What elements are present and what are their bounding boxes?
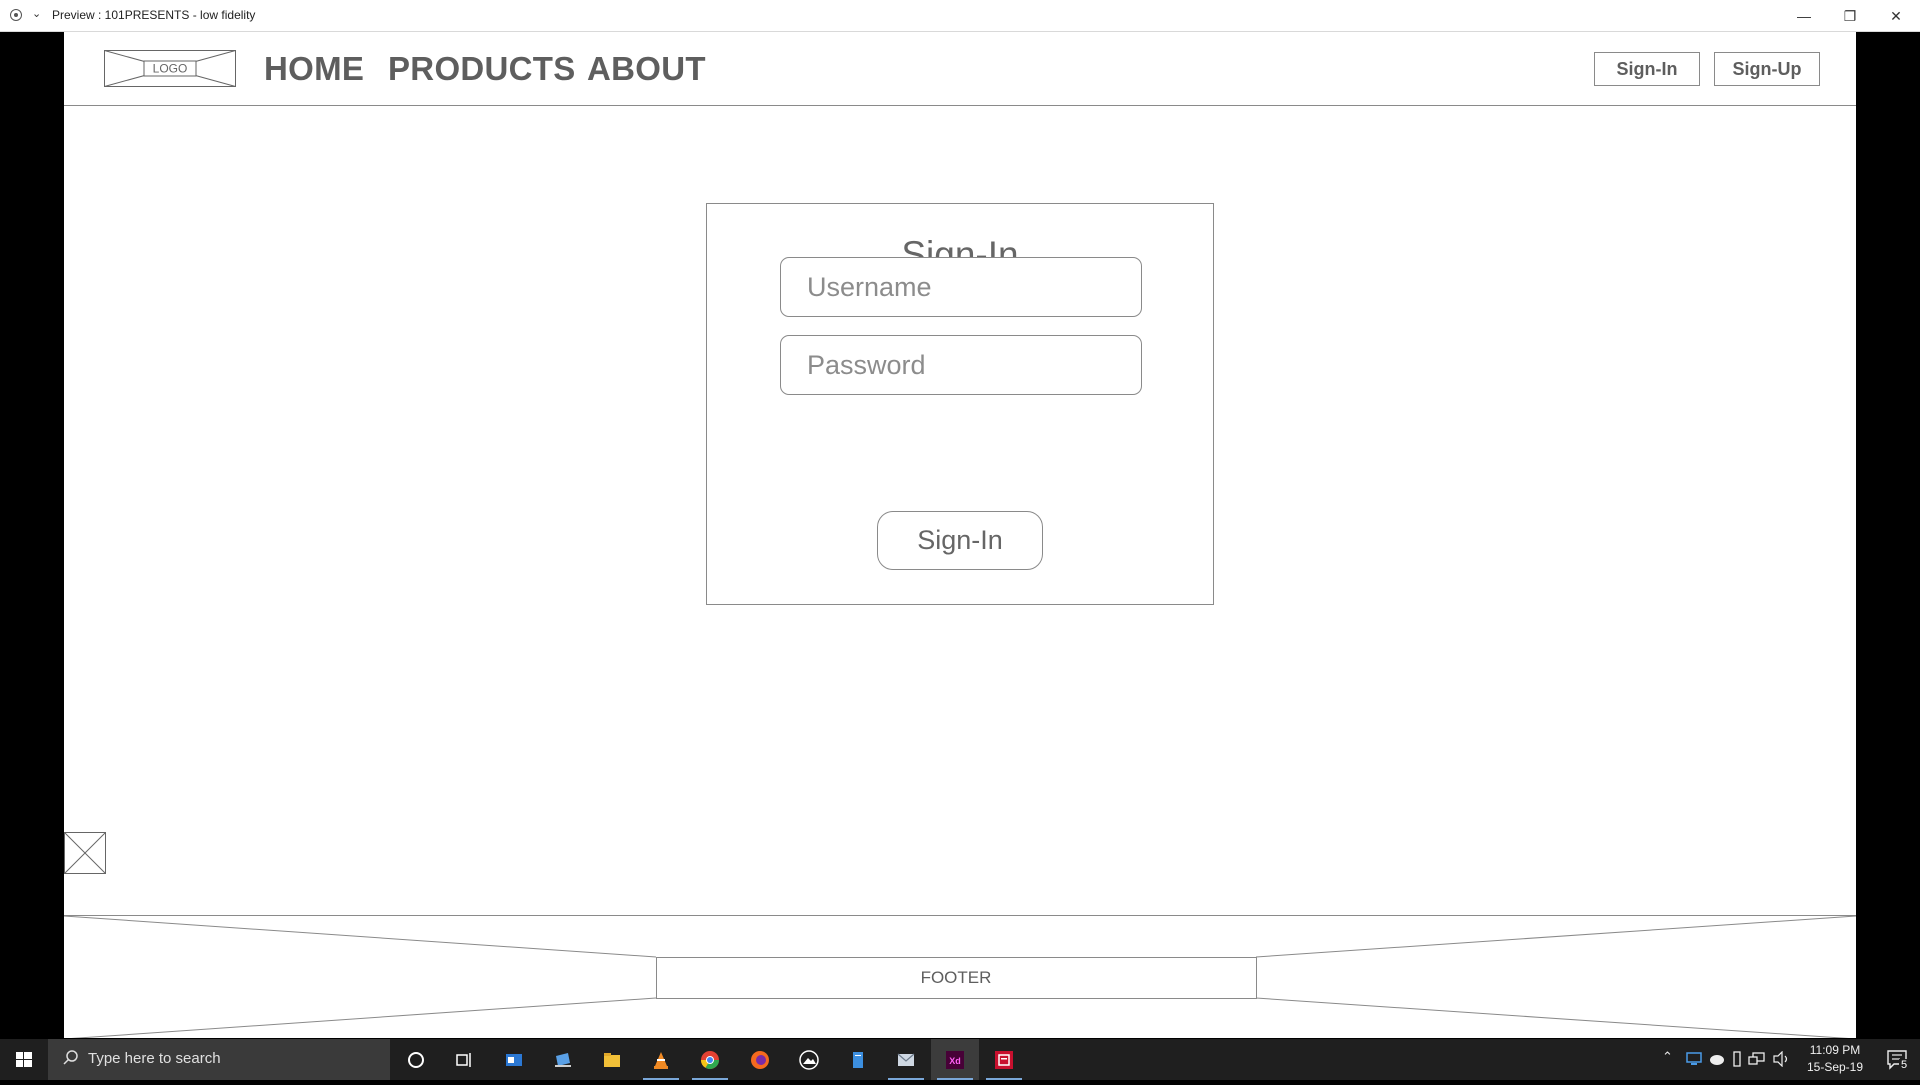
adobe-xd-icon[interactable]: Xd xyxy=(931,1039,979,1080)
task-view-icon[interactable] xyxy=(440,1039,488,1080)
vlc-icon[interactable] xyxy=(637,1039,685,1080)
document-app-icon[interactable] xyxy=(834,1039,882,1080)
chevron-up-icon[interactable]: ⌃ xyxy=(1662,1049,1673,1065)
signin-nav-button[interactable]: Sign-In xyxy=(1594,52,1700,86)
cortana-icon[interactable] xyxy=(392,1039,440,1080)
svg-text:Xd: Xd xyxy=(949,1056,961,1066)
footer-label: FOOTER xyxy=(920,968,992,987)
username-field[interactable]: Username xyxy=(780,257,1142,317)
file-explorer-icon[interactable] xyxy=(588,1039,636,1080)
app-icon[interactable] xyxy=(10,9,22,21)
clock-time: 11:09 PM xyxy=(1809,1043,1861,1057)
logo-label: LOGO xyxy=(153,62,188,76)
nav-link-home[interactable]: HOME xyxy=(264,50,364,88)
logo-placeholder[interactable]: LOGO xyxy=(104,50,236,87)
photos-icon[interactable] xyxy=(785,1039,833,1080)
window-title: Preview : 101PRESENTS - low fidelity xyxy=(52,8,256,22)
mail-app-icon[interactable] xyxy=(882,1039,930,1080)
firefox-icon[interactable] xyxy=(736,1039,784,1080)
taskbar-search-input[interactable]: Type here to search xyxy=(48,1039,390,1080)
network-icon[interactable] xyxy=(1748,1051,1766,1067)
nav-link-products[interactable]: PRODUCTS xyxy=(388,50,576,88)
username-placeholder: Username xyxy=(807,272,932,302)
volume-icon[interactable] xyxy=(1772,1051,1792,1067)
signin-card: Sign-In Username Password Sign-In xyxy=(706,203,1214,605)
signin-submit-button[interactable]: Sign-In xyxy=(877,511,1043,570)
usb-icon[interactable] xyxy=(1732,1050,1742,1068)
clock-date: 15-Sep-19 xyxy=(1806,1060,1864,1074)
system-tray: ⌃ xyxy=(1660,1039,1800,1080)
notification-count-badge: 5 xyxy=(1899,1059,1910,1071)
cloud-icon[interactable] xyxy=(1708,1052,1726,1066)
minimize-button[interactable]: — xyxy=(1781,0,1827,32)
chrome-icon[interactable] xyxy=(686,1039,734,1080)
image-placeholder xyxy=(64,832,106,874)
search-placeholder: Type here to search xyxy=(88,1050,221,1067)
password-placeholder: Password xyxy=(807,350,926,380)
nav-link-about[interactable]: ABOUT xyxy=(587,50,706,88)
chevron-down-icon[interactable]: ⌄ xyxy=(32,7,41,20)
windows-start-icon[interactable] xyxy=(0,1039,48,1080)
top-navigation: LOGO HOME PRODUCTS ABOUT Sign-In Sign-Up xyxy=(64,32,1856,106)
laptop-app-icon[interactable] xyxy=(539,1039,587,1080)
presenter-app-icon[interactable] xyxy=(980,1039,1028,1080)
password-field[interactable]: Password xyxy=(780,335,1142,395)
monitor-icon[interactable] xyxy=(1686,1052,1702,1066)
notifications-button[interactable]: 5 xyxy=(1876,1039,1920,1080)
search-icon xyxy=(63,1050,78,1065)
wireframe-canvas: LOGO HOME PRODUCTS ABOUT Sign-In Sign-Up… xyxy=(64,32,1856,1038)
outlook-icon[interactable] xyxy=(490,1039,538,1080)
taskbar: Type here to search Xd ⌃ 11:09 PM 15-Sep… xyxy=(0,1039,1920,1080)
footer: FOOTER xyxy=(64,915,1856,1038)
signup-nav-button[interactable]: Sign-Up xyxy=(1714,52,1820,86)
restore-button[interactable]: ❐ xyxy=(1827,0,1873,32)
taskbar-clock[interactable]: 11:09 PM 15-Sep-19 xyxy=(1798,1042,1872,1076)
close-button[interactable]: ✕ xyxy=(1873,0,1919,32)
window-titlebar: ⌄ Preview : 101PRESENTS - low fidelity —… xyxy=(0,0,1920,32)
